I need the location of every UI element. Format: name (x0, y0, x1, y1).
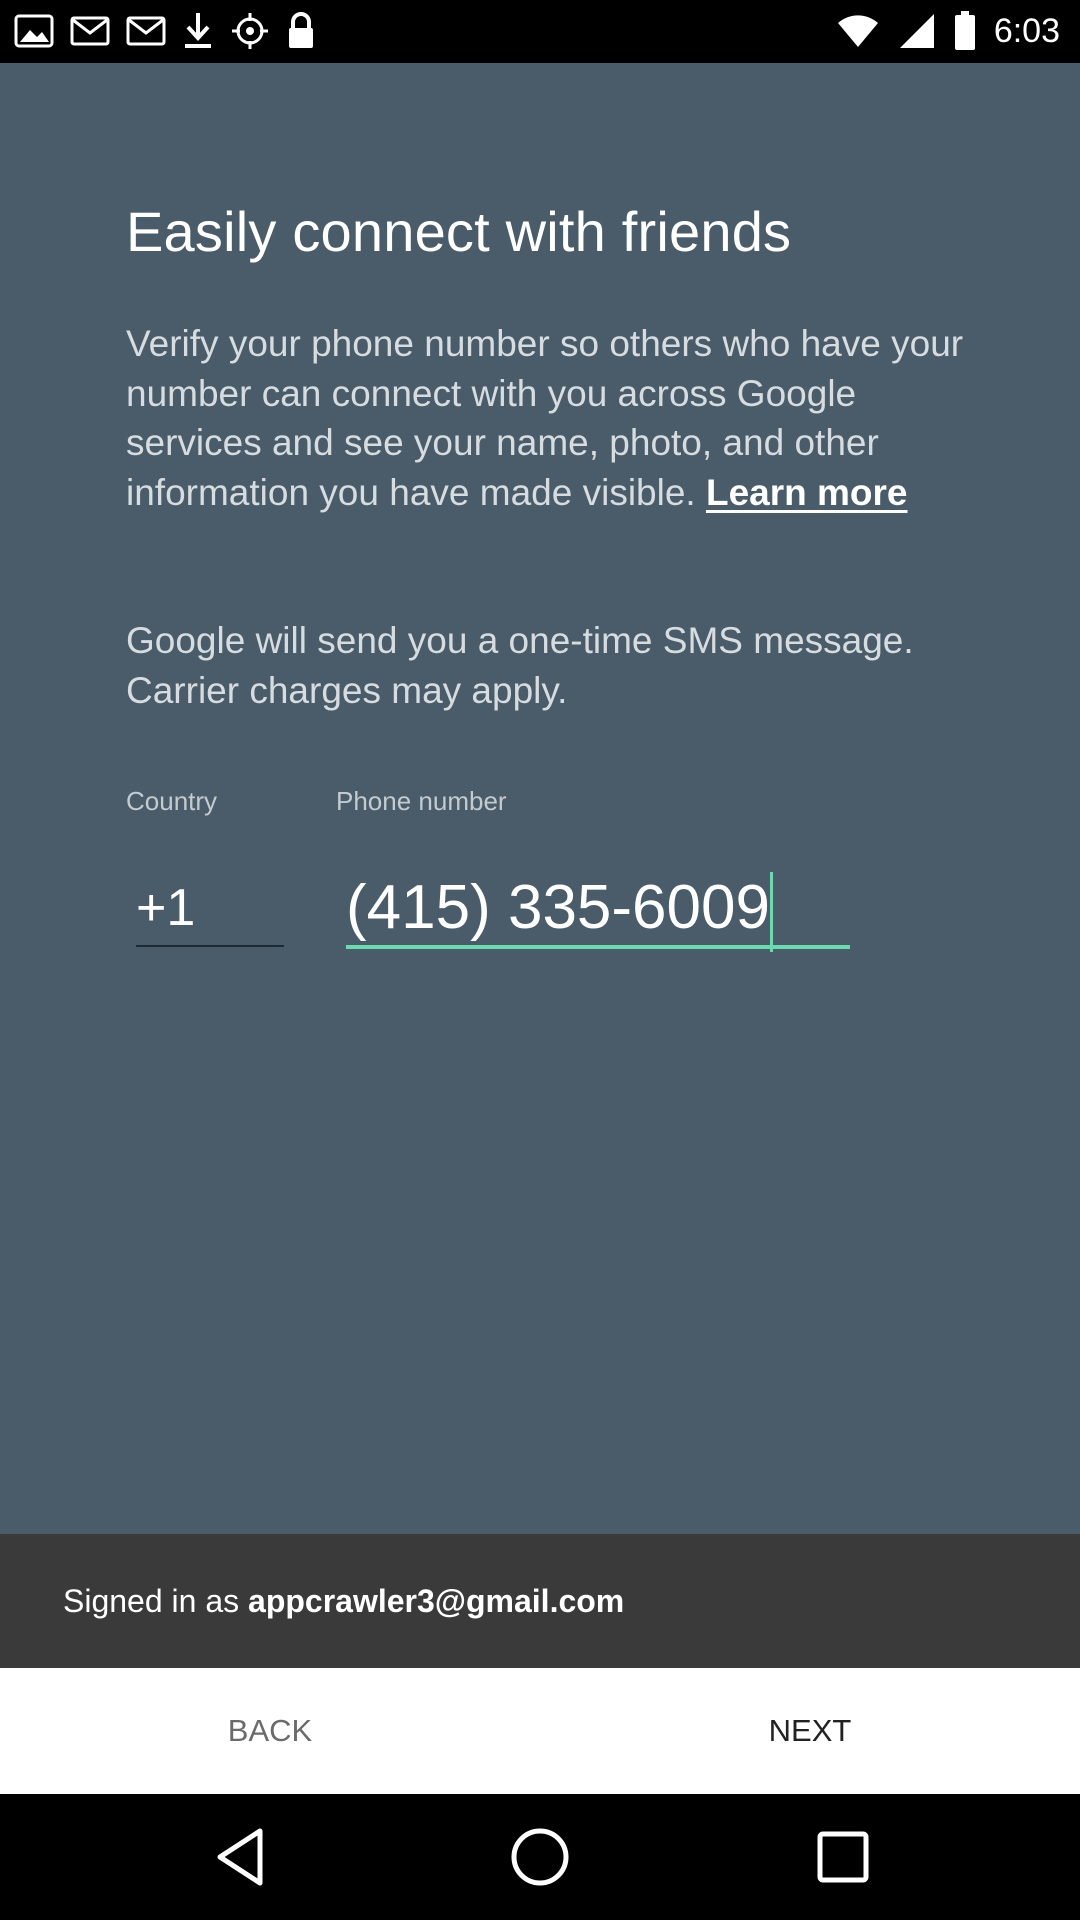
next-button[interactable]: NEXT (540, 1668, 1080, 1794)
wifi-icon (836, 13, 880, 49)
back-nav-icon[interactable] (207, 1824, 273, 1890)
home-nav-icon[interactable] (507, 1824, 573, 1890)
page-title: Easily connect with friends (126, 200, 792, 263)
country-label: Country (126, 786, 218, 816)
fake-gps-icon (230, 11, 270, 51)
phone-number-value: (415) 335-6009 (346, 873, 770, 942)
signed-in-email: appcrawler3@gmail.com (248, 1583, 625, 1619)
recents-nav-icon[interactable] (810, 1824, 876, 1890)
button-bar: BACK NEXT (0, 1668, 1080, 1794)
battery-icon (954, 11, 976, 51)
sms-notice: Google will send you a one-time SMS mess… (126, 620, 914, 711)
email-icon (70, 14, 110, 48)
country-code-value: +1 (136, 879, 196, 937)
phone-number-label: Phone number (336, 786, 507, 816)
text-cursor (769, 872, 773, 952)
back-button[interactable]: BACK (0, 1668, 540, 1794)
clock: 6:03 (993, 11, 1060, 50)
email-icon (126, 14, 166, 48)
description-text: Verify your phone number so others who h… (126, 319, 976, 517)
navigation-bar (0, 1794, 1080, 1920)
signal-icon (898, 12, 936, 50)
main-content: Easily connect with friends Verify your … (0, 63, 1080, 1534)
signed-in-bar: Signed in as appcrawler3@gmail.com (0, 1534, 1080, 1668)
signed-in-prefix: Signed in as (63, 1583, 240, 1619)
learn-more-link[interactable]: Learn more (706, 472, 908, 513)
phone-number-input[interactable]: (415) 335-6009 (346, 869, 850, 952)
lock-icon (286, 11, 316, 51)
download-icon (182, 11, 214, 51)
photo-icon (14, 14, 54, 48)
status-bar: 6:03 (0, 0, 1080, 63)
country-code-field[interactable]: +1 (136, 869, 284, 947)
system-icons: 6:03 (836, 6, 1060, 56)
notification-icons (14, 6, 316, 56)
